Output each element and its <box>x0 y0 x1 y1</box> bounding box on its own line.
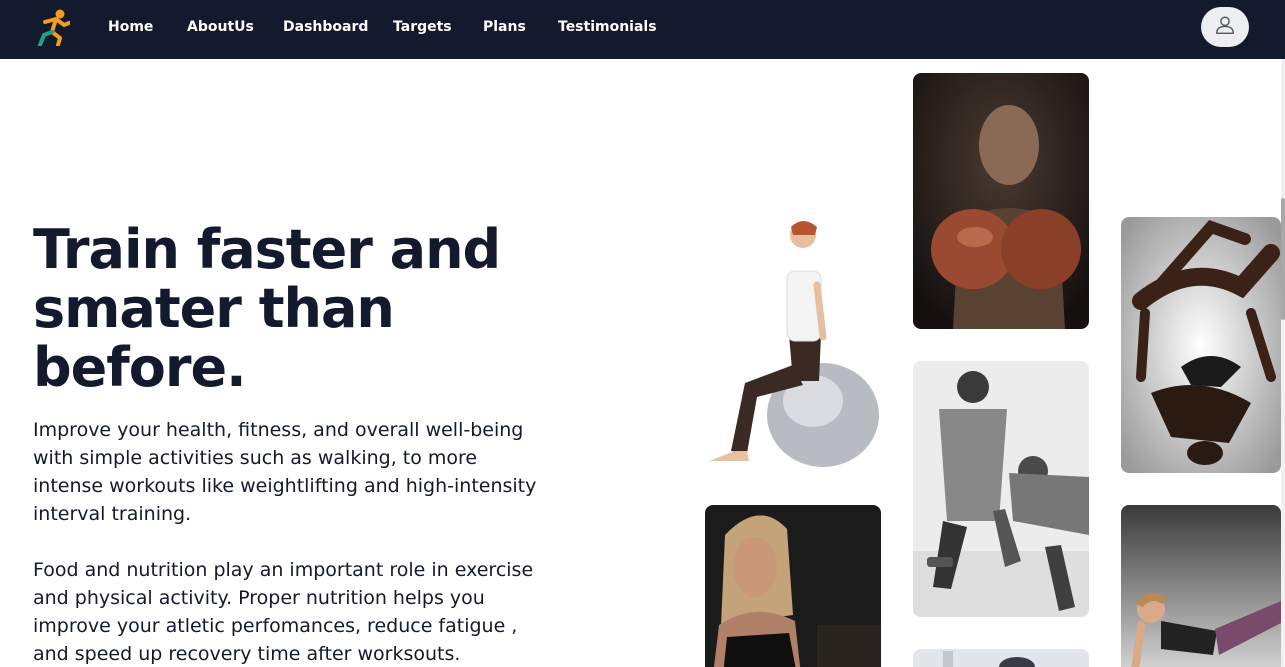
photo-woman-plank <box>1121 505 1281 667</box>
nav-link-aboutus[interactable]: AboutUs <box>187 18 254 36</box>
nav-link-home[interactable]: Home <box>108 18 153 36</box>
nav-link-dashboard[interactable]: Dashboard <box>283 18 368 36</box>
user-icon <box>1214 14 1236 40</box>
photo-boxer-gloves <box>913 73 1089 329</box>
runner-logo-icon[interactable] <box>36 8 71 47</box>
photo-partial-bottom <box>913 649 1089 667</box>
nav-link-plans[interactable]: Plans <box>483 18 526 36</box>
top-navbar: Home AboutUs Dashboard Targets Plans Tes… <box>0 0 1285 59</box>
photo-woman-exercise-ball <box>705 215 881 471</box>
hero-paragraph-health: Improve your health, fitness, and overal… <box>33 419 537 525</box>
photo-acrobatic-yoga <box>1121 217 1281 473</box>
profile-button[interactable] <box>1201 7 1249 47</box>
hero-title: Train faster and smater than before. <box>33 218 501 399</box>
page-scrollbar-thumb[interactable] <box>1281 198 1285 320</box>
photo-men-pushups <box>913 361 1089 617</box>
nav-link-testimonials[interactable]: Testimonials <box>558 18 657 36</box>
photo-woman-sports-top <box>705 505 881 667</box>
hero-paragraph-nutrition: Food and nutrition play an important rol… <box>33 559 534 665</box>
nav-link-targets[interactable]: Targets <box>393 18 452 36</box>
page-scrollbar-track[interactable] <box>1281 59 1285 667</box>
